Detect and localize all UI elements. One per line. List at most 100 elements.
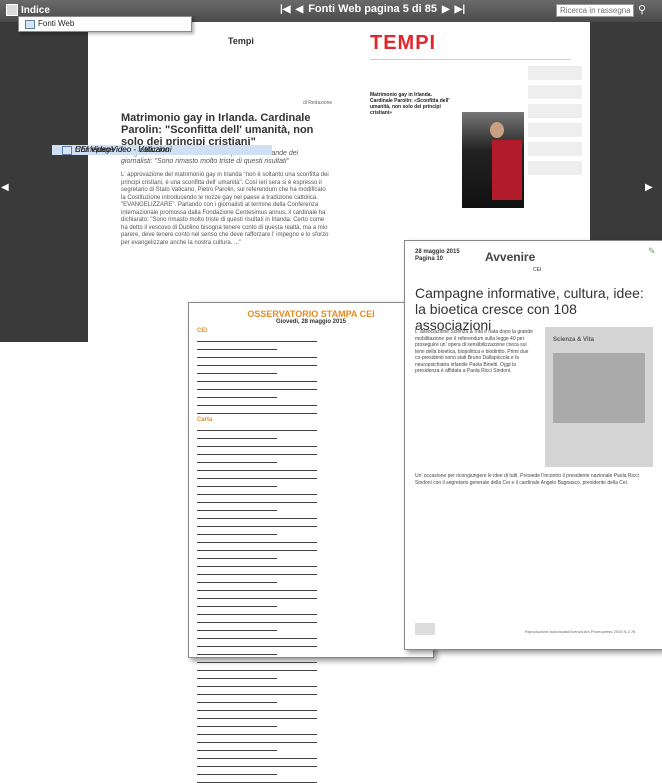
article-headline: Matrimonio gay in Irlanda. Cardinale Par… (121, 112, 314, 148)
footer-logo (415, 623, 435, 635)
prev-page-button[interactable]: ◀ (296, 4, 304, 15)
index-row[interactable] (197, 753, 317, 759)
index-row[interactable] (197, 625, 277, 631)
index-label: Indice (21, 4, 50, 16)
index-row[interactable] (197, 761, 317, 767)
index-row[interactable] (197, 617, 317, 623)
article-document[interactable]: 28 maggio 2015 Pagina 10 Avvenire CEI Ca… (404, 240, 662, 650)
index-row[interactable] (197, 721, 277, 727)
index-row[interactable] (197, 457, 277, 463)
clip-title: Scienza & Vita (553, 337, 594, 343)
index-row[interactable] (197, 465, 317, 471)
byline: di Redazione (303, 100, 333, 106)
list-icon (6, 4, 18, 16)
index-item-label: Fonti Web (38, 19, 75, 28)
press-review-date: Giovedì, 28 maggio 2015 (275, 319, 347, 325)
edit-icon[interactable]: ✎ (648, 246, 656, 257)
press-review-index[interactable]: OSSERVATORIO STAMPA CEI Giovedì, 28 magg… (188, 302, 434, 783)
index-row[interactable] (197, 577, 277, 583)
index-row[interactable] (197, 481, 277, 487)
index-row[interactable] (197, 489, 317, 495)
divider (370, 59, 570, 60)
index-row[interactable] (197, 593, 317, 599)
index-row[interactable] (197, 633, 317, 639)
index-row[interactable] (197, 400, 317, 406)
index-row[interactable] (197, 344, 277, 350)
section-cei: CEI (197, 328, 208, 334)
index-row[interactable] (197, 665, 317, 671)
left-page: Tempi di Redazione Matrimonio gay in Irl… (88, 22, 350, 342)
index-row[interactable] (197, 473, 317, 479)
press-review-title: OSSERVATORIO STAMPA CEI (247, 309, 375, 319)
doc-date: 28 maggio 2015 (415, 249, 460, 255)
index-row[interactable] (197, 425, 317, 431)
index-item-label: Homepage (75, 145, 115, 154)
index-row[interactable] (197, 601, 277, 607)
index-row[interactable] (197, 585, 317, 591)
index-row[interactable] (197, 513, 317, 519)
index-row[interactable] (197, 505, 277, 511)
index-row[interactable] (197, 681, 317, 687)
index-row[interactable] (197, 352, 317, 358)
thumb-title: Matrimonio gay in Irlanda. Cardinale Par… (370, 92, 450, 116)
folder-icon (25, 19, 35, 29)
search-input[interactable] (556, 4, 634, 17)
index-row[interactable] (197, 769, 277, 775)
index-row[interactable] (197, 641, 317, 647)
last-page-button[interactable]: ▶| (455, 4, 466, 15)
doc-body: L' associazione Scienza & Vita è nata do… (415, 329, 533, 374)
index-row[interactable] (197, 673, 277, 679)
index-row[interactable] (197, 384, 317, 390)
section-carta: Carta (197, 417, 213, 423)
doc-footer: Riproduzione autorizzata licenza Ars Pro… (525, 629, 636, 634)
index-row[interactable] (197, 569, 317, 575)
index-item[interactable]: Homepage (52, 145, 272, 155)
index-row[interactable] (197, 657, 317, 663)
search-icon[interactable]: ⚲ (638, 3, 646, 16)
index-row[interactable] (197, 649, 277, 655)
index-row[interactable] (197, 705, 317, 711)
next-page-button[interactable]: ▶ (442, 4, 450, 15)
first-page-button[interactable]: |◀ (280, 4, 291, 15)
index-row[interactable] (197, 713, 317, 719)
doc-title: Campagne informative, cultura, idee: la … (415, 285, 644, 333)
index-row[interactable] (197, 521, 317, 527)
tempi-logo: TEMPI (370, 32, 437, 54)
index-row[interactable] (197, 368, 277, 374)
doc-source: Avvenire (485, 250, 536, 264)
source-label: Tempi (228, 36, 254, 46)
index-row[interactable] (197, 433, 277, 439)
prev-arrow-icon[interactable]: ◀ (1, 182, 9, 193)
index-row[interactable] (197, 537, 317, 543)
index-button[interactable]: Indice (6, 4, 50, 16)
cardinal-photo (462, 112, 524, 208)
index-row[interactable] (197, 449, 317, 455)
index-row[interactable] (197, 697, 277, 703)
index-row[interactable] (197, 777, 317, 783)
newspaper-clip: Scienza & Vita (545, 327, 653, 467)
index-row[interactable] (197, 360, 317, 366)
pager: |◀ ◀ Fonti Web pagina 5 di 85 ▶ ▶| (280, 3, 465, 15)
doc-page: Pagina 10 (415, 256, 444, 262)
index-dropdown: Fonti WebTwitter - IstituzioniTwitter - … (18, 16, 272, 155)
next-arrow-icon[interactable]: ▶ (645, 182, 653, 193)
index-row[interactable] (197, 408, 317, 414)
index-row[interactable] (197, 392, 277, 398)
index-row[interactable] (197, 745, 277, 751)
index-row[interactable] (197, 737, 317, 743)
index-row[interactable] (197, 553, 277, 559)
index-row[interactable] (197, 376, 317, 382)
clip-image (553, 353, 645, 423)
index-row[interactable] (197, 561, 317, 567)
folder-icon (62, 145, 72, 155)
index-row[interactable] (197, 441, 317, 447)
index-row[interactable] (197, 545, 317, 551)
index-row[interactable] (197, 689, 317, 695)
index-row[interactable] (197, 336, 317, 342)
index-row[interactable] (197, 497, 317, 503)
doc-tag: CEI (533, 267, 542, 273)
index-row[interactable] (197, 529, 277, 535)
index-row[interactable] (197, 609, 317, 615)
index-item[interactable]: Fonti Web (19, 19, 191, 29)
index-row[interactable] (197, 729, 317, 735)
